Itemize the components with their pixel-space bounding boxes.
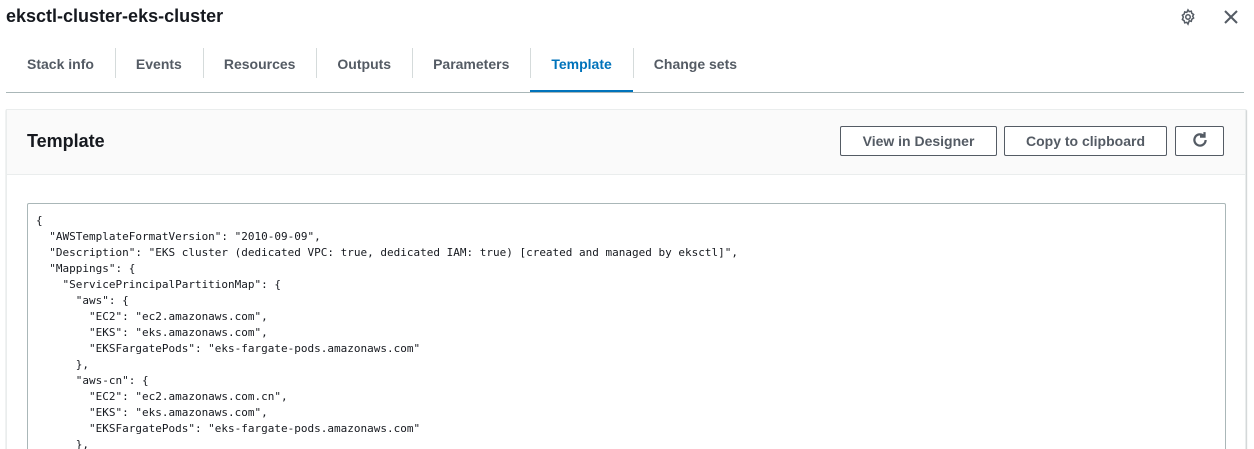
template-code-viewer[interactable]: { "AWSTemplateFormatVersion": "2010-09-0… [27,203,1226,449]
tab-template[interactable]: Template [530,46,634,92]
code-line: }, [36,438,89,449]
code-line: "ServicePrincipalPartitionMap": { [36,278,282,291]
template-panel-title: Template [27,131,105,151]
code-line: "EKS": "eks.amazonaws.com", [36,326,268,339]
code-line: { [36,214,43,227]
template-panel-header: Template View in Designer Copy to clipbo… [7,110,1245,175]
code-line: "aws-cn": { [36,374,149,387]
tab-resources[interactable]: Resources [202,46,317,82]
template-panel: Template View in Designer Copy to clipbo… [6,109,1246,449]
stack-detail-page: eksctl-cluster-eks-cluster Stack info Ev… [0,0,1254,449]
code-line: "EKSFargatePods": "eks-fargate-pods.amaz… [36,342,421,355]
tab-events[interactable]: Events [114,46,203,82]
tab-outputs[interactable]: Outputs [316,46,412,82]
tab-parameters[interactable]: Parameters [412,46,530,82]
code-line: "EC2": "ec2.amazonaws.com", [36,310,268,323]
code-line: "EKS": "eks.amazonaws.com", [36,406,268,419]
code-line: "EC2": "ec2.amazonaws.com.cn", [36,390,288,403]
code-line: "aws": { [36,294,129,307]
tab-change-sets[interactable]: Change sets [632,46,758,82]
page-header: eksctl-cluster-eks-cluster [0,0,1254,34]
copy-to-clipboard-button[interactable]: Copy to clipboard [1004,126,1167,156]
code-line: }, [36,358,89,371]
close-icon[interactable] [1220,6,1242,28]
code-line: "EKSFargatePods": "eks-fargate-pods.amaz… [36,422,421,435]
code-line: "Description": "EKS cluster (dedicated V… [36,246,738,259]
tab-stack-info[interactable]: Stack info [6,46,115,82]
refresh-button[interactable] [1175,126,1224,156]
page-title: eksctl-cluster-eks-cluster [6,6,224,26]
refresh-icon [1191,131,1209,152]
view-in-designer-button[interactable]: View in Designer [840,126,997,156]
settings-gear-icon[interactable] [1177,6,1199,28]
template-code: { "AWSTemplateFormatVersion": "2010-09-0… [28,204,1225,449]
stack-tabs: Stack info Events Resources Outputs Para… [6,46,1244,93]
code-line: "Mappings": { [36,262,136,275]
code-line: "AWSTemplateFormatVersion": "2010-09-09"… [36,230,321,243]
